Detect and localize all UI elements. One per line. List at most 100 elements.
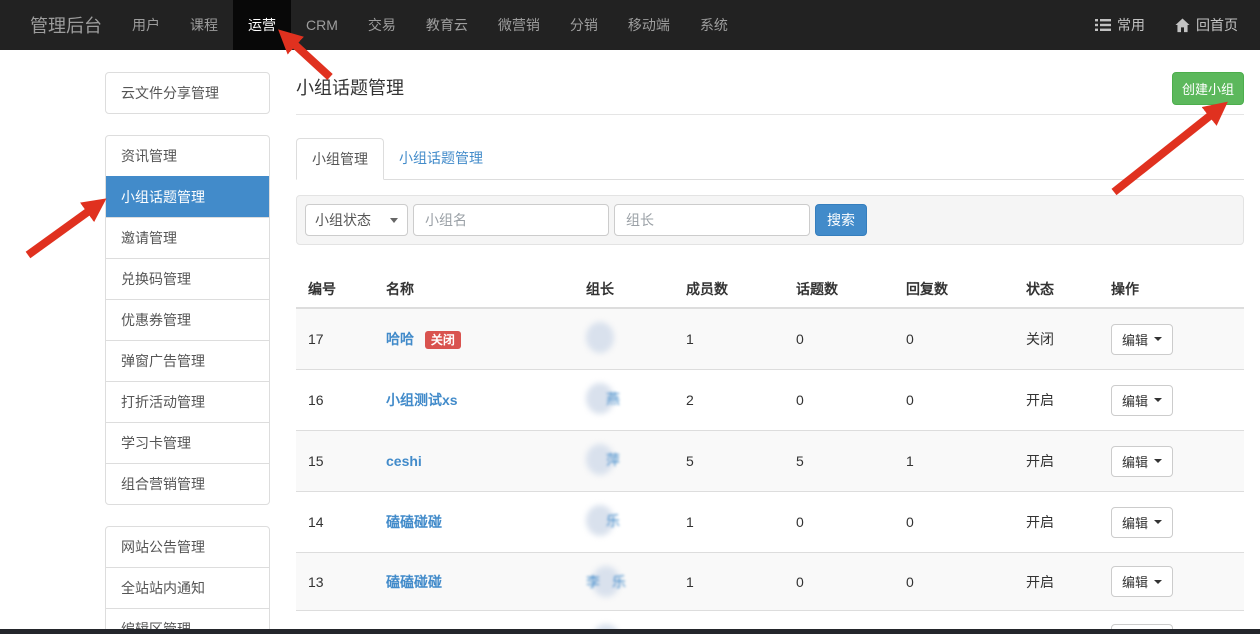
page-title: 小组话题管理 <box>296 78 404 98</box>
cell-name: 磕磕碰碰 <box>378 491 578 553</box>
cell-members: 5 <box>678 430 788 492</box>
navbar-item-9[interactable]: 系统 <box>685 0 743 50</box>
column-header: 组长 <box>578 271 678 309</box>
bottom-edge-bar <box>0 629 1260 634</box>
caret-down-icon <box>1154 459 1163 463</box>
tab-group-management[interactable]: 小组管理 <box>296 138 384 180</box>
sidebar-item-2-0[interactable]: 网站公告管理 <box>106 527 269 567</box>
edit-dropdown-button[interactable]: 编辑 <box>1111 506 1174 538</box>
frequently-used-label: 常用 <box>1117 17 1145 33</box>
header-divider <box>296 114 1244 115</box>
cell-topics: 0 <box>788 307 898 370</box>
navbar-item-0[interactable]: 用户 <box>117 0 175 50</box>
navbar-item-7[interactable]: 分销 <box>555 0 613 50</box>
cell-members: 2 <box>678 369 788 431</box>
search-button[interactable]: 搜索 <box>815 204 867 236</box>
cell-members: 1 <box>678 491 788 553</box>
group-status-select[interactable]: 小组状态 <box>305 204 408 236</box>
cell-status: 开启 <box>1018 552 1103 611</box>
sidebar-item-1-0[interactable]: 资讯管理 <box>106 136 269 176</box>
sidebar-item-1-4[interactable]: 优惠券管理 <box>106 299 269 340</box>
group-name-link[interactable]: 磕磕碰碰 <box>386 514 442 530</box>
leader-link[interactable]: 燕 <box>586 383 620 414</box>
group-name-link[interactable]: ceshi <box>386 453 422 469</box>
cell-status: 开启 <box>1018 369 1103 431</box>
groups-table: 编号 名称 组长 成员数 话题数 回复数 状态 操作 17 哈哈 关闭 1 0 0 关闭 编辑… <box>296 271 1244 634</box>
navbar-item-8[interactable]: 移动端 <box>613 0 685 50</box>
brand-title[interactable]: 管理后台 <box>0 0 117 50</box>
sidebar-item-1-2[interactable]: 邀请管理 <box>106 217 269 258</box>
cell-leader <box>578 307 678 370</box>
sidebar-item-2-1[interactable]: 全站站内通知 <box>106 567 269 608</box>
caret-down-icon <box>1154 398 1163 402</box>
table-row: 16 小组测试xs 燕 2 0 0 开启 编辑 <box>296 369 1244 431</box>
cell-actions: 编辑 <box>1103 369 1244 431</box>
page-content: 云文件分享管理 资讯管理 小组话题管理 邀请管理 兑换码管理 优惠券管理 弹窗广告管理 打折活… <box>0 50 1260 634</box>
cell-id: 16 <box>296 369 378 431</box>
caret-down-icon <box>1154 579 1163 584</box>
navbar-item-5[interactable]: 教育云 <box>411 0 483 50</box>
edit-dropdown-button[interactable]: 编辑 <box>1111 566 1174 597</box>
navbar-item-2[interactable]: 运营 <box>233 0 291 50</box>
sidebar-item-0-0[interactable]: 云文件分享管理 <box>106 73 269 113</box>
sidebar: 云文件分享管理 资讯管理 小组话题管理 邀请管理 兑换码管理 优惠券管理 弹窗广告管理 打折活… <box>105 72 270 634</box>
sidebar-panel-2: 网站公告管理 全站站内通知 编辑区管理 <box>105 526 270 634</box>
group-name-input[interactable] <box>413 204 609 236</box>
column-header: 回复数 <box>898 271 1018 309</box>
group-name-link[interactable]: 磕磕碰碰 <box>386 574 442 590</box>
leader-link[interactable]: 乐 <box>586 505 620 536</box>
sidebar-item-1-1[interactable]: 小组话题管理 <box>106 176 269 217</box>
edit-dropdown-button[interactable]: 编辑 <box>1111 384 1174 416</box>
cell-replies: 0 <box>898 552 1018 611</box>
cell-id: 13 <box>296 552 378 611</box>
sidebar-item-1-8[interactable]: 组合营销管理 <box>106 463 269 504</box>
table-row: 14 磕磕碰碰 乐 1 0 0 开启 编辑 <box>296 491 1244 553</box>
leader-link[interactable]: 萍 <box>586 444 620 475</box>
cell-name: 小组测试xs <box>378 369 578 431</box>
caret-down-icon <box>1154 337 1163 341</box>
leader-link[interactable]: 李 乐 <box>586 566 626 597</box>
column-header: 名称 <box>378 271 578 309</box>
edit-dropdown-button[interactable]: 编辑 <box>1111 323 1174 355</box>
tab-group-topic-management[interactable]: 小组话题管理 <box>384 138 498 180</box>
table-row: 17 哈哈 关闭 1 0 0 关闭 编辑 <box>296 307 1244 370</box>
leader-name-part: 燕 <box>606 390 620 407</box>
leader-input[interactable] <box>614 204 810 236</box>
leader-name-part: 萍 <box>606 451 620 468</box>
cell-actions: 编辑 <box>1103 430 1244 492</box>
cell-actions: 编辑 <box>1103 491 1244 553</box>
leader-name-part: 乐 <box>612 573 626 590</box>
sidebar-item-1-3[interactable]: 兑换码管理 <box>106 258 269 299</box>
leader-link[interactable] <box>586 322 614 353</box>
navbar-item-4[interactable]: 交易 <box>353 0 411 50</box>
navbar-item-3[interactable]: CRM <box>291 0 353 50</box>
table-row: 13 磕磕碰碰 李 乐 1 0 0 开启 编辑 <box>296 552 1244 611</box>
edit-label: 编辑 <box>1122 393 1149 409</box>
group-status-select-value: 小组状态 <box>315 212 371 228</box>
back-home-button[interactable]: 回首页 <box>1160 0 1260 50</box>
edit-dropdown-button[interactable]: 编辑 <box>1111 445 1174 477</box>
frequently-used-button[interactable]: 常用 <box>1080 0 1160 50</box>
home-icon <box>1175 17 1190 33</box>
cell-members: 1 <box>678 552 788 611</box>
group-name-link[interactable]: 小组测试xs <box>386 392 458 408</box>
create-group-button[interactable]: 创建小组 <box>1171 72 1244 105</box>
cell-id: 14 <box>296 491 378 553</box>
cell-id: 15 <box>296 430 378 492</box>
navbar-right: 常用 回首页 <box>1080 0 1260 50</box>
table-row: 15 ceshi 萍 5 5 1 开启 编辑 <box>296 430 1244 492</box>
edit-label: 编辑 <box>1122 575 1149 590</box>
sidebar-item-1-5[interactable]: 弹窗广告管理 <box>106 340 269 381</box>
sidebar-item-1-7[interactable]: 学习卡管理 <box>106 422 269 463</box>
cell-name: 哈哈 关闭 <box>378 307 578 370</box>
navbar-item-6[interactable]: 微营销 <box>483 0 555 50</box>
closed-badge: 关闭 <box>424 331 461 349</box>
list-icon <box>1095 18 1111 32</box>
cell-leader: 萍 <box>578 430 678 492</box>
navbar-item-1[interactable]: 课程 <box>175 0 233 50</box>
sidebar-item-1-6[interactable]: 打折活动管理 <box>106 381 269 422</box>
column-header: 状态 <box>1018 271 1103 309</box>
caret-down-icon <box>1154 520 1163 524</box>
group-name-link[interactable]: 哈哈 <box>386 331 414 347</box>
cell-topics: 0 <box>788 491 898 553</box>
